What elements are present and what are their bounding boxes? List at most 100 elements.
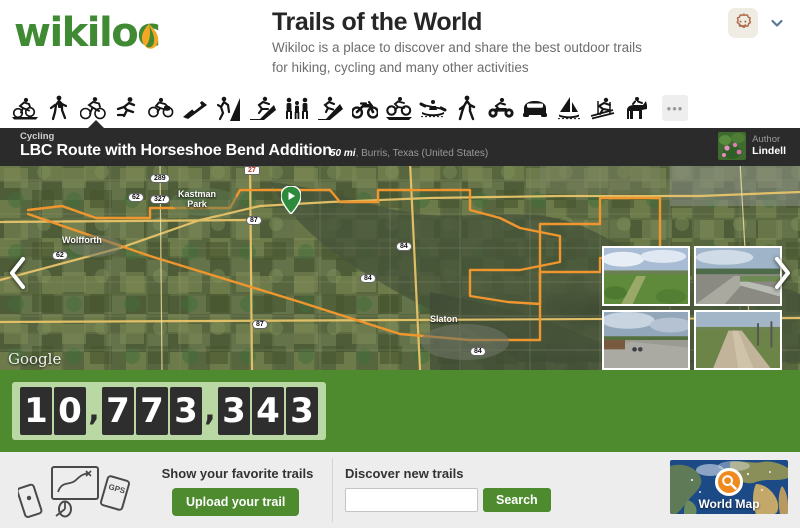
activity-mountain-biking[interactable] xyxy=(8,91,42,125)
hiking-icon xyxy=(49,95,68,121)
activity-trail-running[interactable] xyxy=(314,91,348,125)
activity-horseback-riding[interactable] xyxy=(620,91,654,125)
next-trail-button[interactable] xyxy=(772,256,792,295)
trail-category: Cycling xyxy=(20,131,55,142)
page-title: Trails of the World xyxy=(272,8,483,36)
kayak-icon xyxy=(419,100,447,118)
search-button[interactable]: Search xyxy=(483,488,551,512)
search-input[interactable] xyxy=(345,488,478,512)
walking-icon xyxy=(458,95,476,121)
chevron-right-icon xyxy=(775,257,790,289)
activity-family[interactable] xyxy=(280,91,314,125)
map-start-marker-icon xyxy=(281,186,301,214)
trail-info-bar: Cycling LBC Route with Horseshoe Bend Ad… xyxy=(0,128,800,166)
trail-location: , Burris, Texas (United States) xyxy=(355,148,489,159)
map-shield-84b: 84 xyxy=(360,274,376,283)
odometer-digit: 7 xyxy=(102,387,134,435)
wikiloc-homepage: wikiloc Trails of the World Wikiloc is a… xyxy=(0,0,800,528)
account-dropdown-toggle[interactable] xyxy=(770,16,784,30)
page-header: wikiloc Trails of the World Wikiloc is a… xyxy=(0,0,800,88)
logo-text: wikiloc xyxy=(14,10,161,56)
snowboard-icon xyxy=(183,101,207,119)
trail-photo-4[interactable] xyxy=(694,310,782,370)
activity-hiking[interactable] xyxy=(42,91,76,125)
map-shield-87a: 87 xyxy=(246,216,262,225)
odometer-digit: 7 xyxy=(136,387,168,435)
trail-meta: 50 mi, Burris, Texas (United States) xyxy=(330,148,488,159)
odometer-digit: 1 xyxy=(20,387,52,435)
active-activity-pointer xyxy=(88,120,104,128)
activity-via-ferrata[interactable] xyxy=(212,91,246,125)
user-avatar-button[interactable] xyxy=(728,8,758,38)
trail-photo-3[interactable] xyxy=(602,310,690,370)
discover-trails-label: Discover new trails xyxy=(345,466,464,481)
odometer-digit: 3 xyxy=(218,387,250,435)
more-activities-button[interactable]: ••• xyxy=(662,95,688,121)
trail-photo-2[interactable] xyxy=(694,246,782,306)
chevron-down-icon xyxy=(771,19,783,27)
odometer-separator: , xyxy=(204,393,216,428)
map-label-slaton: Slaton xyxy=(430,314,458,324)
road-cycling-icon xyxy=(80,97,106,120)
trail-photo-gallery xyxy=(602,246,782,370)
motorbike-icon xyxy=(352,100,378,119)
trail-running-icon xyxy=(318,96,343,120)
author-avatar xyxy=(718,132,747,160)
wikiloc-logo[interactable]: wikiloc xyxy=(14,8,194,58)
activity-kayak[interactable] xyxy=(416,91,450,125)
trail-map[interactable]: Kastman Park Wolfforth Slaton 289 62 327 … xyxy=(0,162,800,370)
google-watermark: Google xyxy=(8,350,62,368)
trail-photo-1[interactable] xyxy=(602,246,690,306)
stats-band: 1 0 , 7 7 3 , 3 4 3 We are 4,304,747 mem… xyxy=(0,370,800,452)
odometer-digit: 3 xyxy=(286,387,318,435)
family-icon xyxy=(286,97,308,119)
enduro-motorbike-icon xyxy=(386,97,412,120)
touring-bike-icon xyxy=(148,97,174,118)
author-text: Author Lindell xyxy=(752,134,786,159)
activity-running[interactable] xyxy=(110,91,144,125)
gps-devices-icon: GPS xyxy=(16,464,133,520)
activity-motorbike[interactable] xyxy=(348,91,382,125)
map-label-kastman-park: Kastman Park xyxy=(178,189,217,209)
favorite-trails-label: Show your favorite trails xyxy=(161,466,314,481)
subtitle-line-1: Wikiloc is a place to discover and share… xyxy=(272,40,642,55)
trails-odometer: 1 0 , 7 7 3 , 3 4 3 xyxy=(12,382,326,440)
activity-car[interactable] xyxy=(518,91,552,125)
odometer-digit: 4 xyxy=(252,387,284,435)
running-icon xyxy=(116,97,136,118)
activity-touring-bike[interactable] xyxy=(144,91,178,125)
activity-cross-country-ski[interactable] xyxy=(586,91,620,125)
activity-walking[interactable] xyxy=(450,91,484,125)
world-map-label: World Map xyxy=(698,497,760,511)
magnifier-icon xyxy=(715,467,743,496)
subtitle-line-2: for hiking, cycling and many other activ… xyxy=(272,60,529,75)
map-shield-84c: 84 xyxy=(470,347,486,356)
horse-riding-icon xyxy=(627,97,647,119)
trail-author[interactable]: Author Lindell xyxy=(718,132,786,160)
map-shield-i27: 27 xyxy=(244,166,260,175)
world-map-thumbnail[interactable]: World Map xyxy=(670,460,788,514)
sailboat-icon xyxy=(558,97,580,120)
map-shield-289: 289 xyxy=(150,174,170,183)
map-shield-62a: 62 xyxy=(128,193,144,202)
page-subtitle: Wikiloc is a place to discover and share… xyxy=(272,38,692,78)
activity-skiing[interactable] xyxy=(246,91,280,125)
upload-trail-button[interactable]: Upload your trail xyxy=(172,488,300,516)
trail-title[interactable]: LBC Route with Horseshoe Bend Addition xyxy=(20,142,332,160)
activity-enduro[interactable] xyxy=(382,91,416,125)
car-icon xyxy=(523,101,547,117)
via-ferrata-icon xyxy=(217,96,240,121)
discover-section: Discover new trails Search World Map xyxy=(333,452,800,528)
prev-trail-button[interactable] xyxy=(8,256,28,295)
map-label-wolfforth: Wolfforth xyxy=(62,235,102,245)
activity-snowboard[interactable] xyxy=(178,91,212,125)
upload-section: GPS Show your favorite trails Upload you… xyxy=(0,452,332,528)
featured-trail-hero: Kastman Park Wolfforth Slaton 289 62 327 … xyxy=(0,128,800,370)
author-label: Author xyxy=(752,133,781,145)
activity-quad-atv[interactable] xyxy=(484,91,518,125)
svg-text:GPS: GPS xyxy=(107,482,126,495)
map-shield-62b: 62 xyxy=(52,251,68,260)
odometer-separator: , xyxy=(88,393,100,428)
activity-sailing[interactable] xyxy=(552,91,586,125)
cross-country-ski-icon xyxy=(590,97,615,120)
